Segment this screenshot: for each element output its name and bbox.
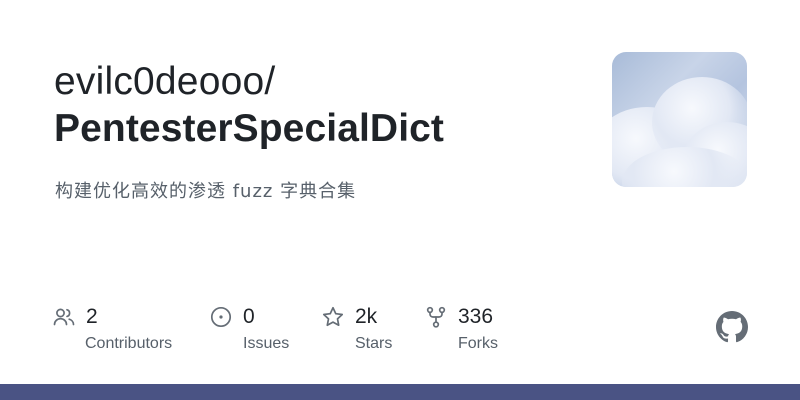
- stars-count: 2k: [355, 305, 378, 328]
- issues-label: Issues: [243, 335, 290, 352]
- repo-name[interactable]: PentesterSpecialDict: [54, 107, 444, 151]
- repo-description: 构建优化高效的渗透 fuzz 字典合集: [55, 181, 357, 202]
- forks-count: 336: [458, 305, 494, 328]
- people-icon: [52, 305, 76, 329]
- stars-label: Stars: [355, 335, 393, 352]
- owner-avatar[interactable]: [612, 52, 747, 187]
- star-icon: [321, 305, 345, 329]
- issues-count: 0: [243, 305, 255, 328]
- stat-forks[interactable]: 336 Forks: [424, 303, 498, 352]
- stat-stars[interactable]: 2k Stars: [321, 303, 392, 352]
- stat-issues[interactable]: 0 Issues: [209, 303, 289, 352]
- accent-bar: [0, 384, 800, 400]
- repo-forked-icon: [424, 305, 448, 329]
- contributors-count: 2: [86, 305, 98, 328]
- issue-opened-icon: [209, 305, 233, 329]
- contributors-label: Contributors: [85, 335, 173, 352]
- repo-owner[interactable]: evilc0deooo/: [54, 60, 275, 104]
- repo-social-card: evilc0deooo/ PentesterSpecialDict 构建优化高效…: [0, 0, 800, 400]
- repo-stats: 2 Contributors 0 Issues 2k Stars 336 For…: [52, 303, 512, 363]
- forks-label: Forks: [458, 335, 498, 352]
- github-mark-icon[interactable]: [716, 311, 748, 343]
- stat-contributors[interactable]: 2 Contributors: [52, 303, 172, 352]
